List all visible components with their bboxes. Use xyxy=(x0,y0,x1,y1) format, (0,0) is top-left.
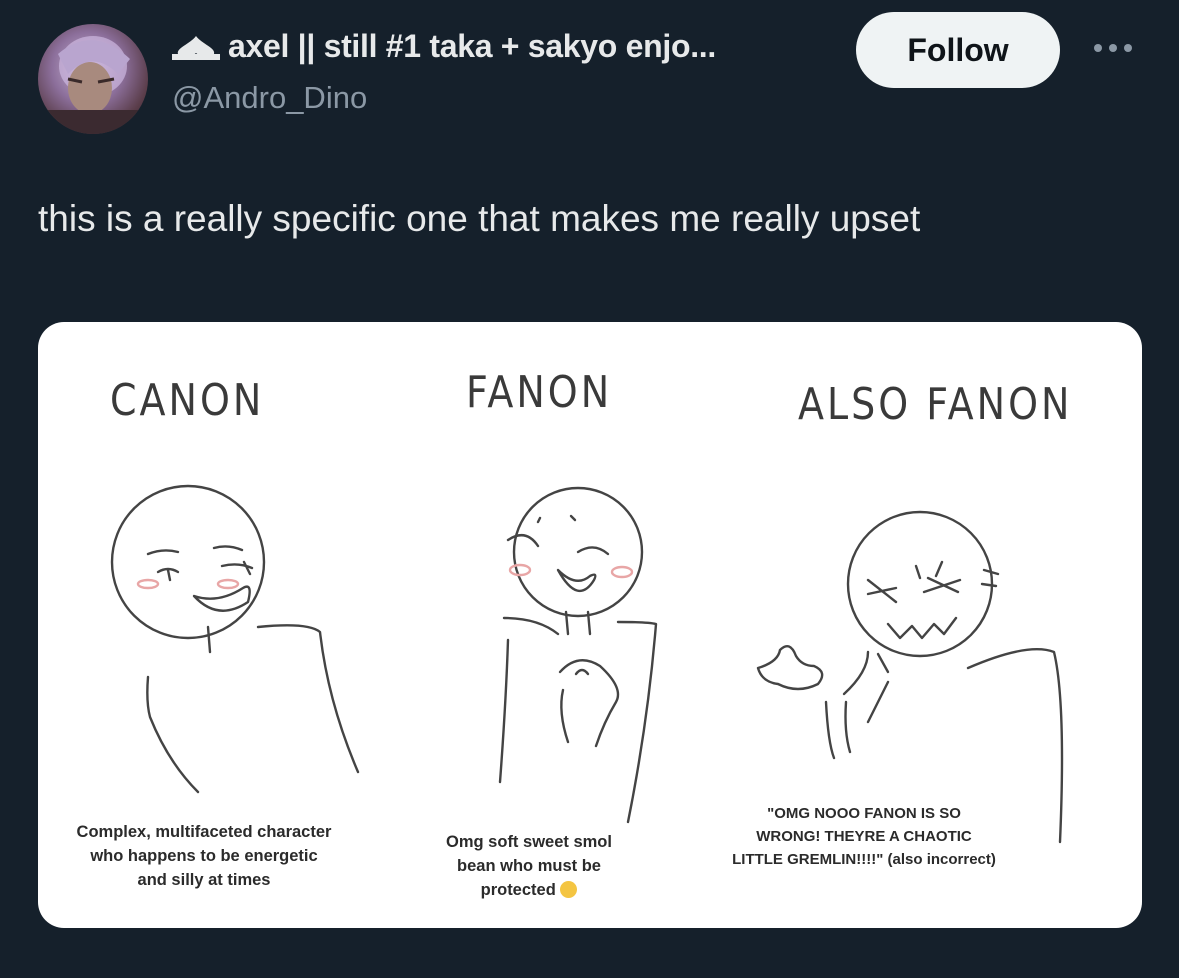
caption-line: and silly at times xyxy=(137,871,271,889)
smiling-emoji-icon xyxy=(560,881,578,898)
caption-line: Complex, multifaceted character xyxy=(76,823,332,841)
panel-caption-also-fanon: "OMG NOOO FANON IS SO WRONG! THEYRE A CH… xyxy=(704,802,1024,871)
panel-caption-canon: Complex, multifaceted character who happ… xyxy=(54,820,354,892)
caption-line: Omg soft sweet smol xyxy=(446,833,612,851)
more-options-icon[interactable] xyxy=(1090,40,1136,56)
caption-line: LITTLE GREMLIN!!!!" (also incorrect) xyxy=(732,851,996,868)
panel-heading-fanon: FANON xyxy=(466,366,613,418)
tweet-header: axel || still #1 taka + sakyo enjo... @A… xyxy=(0,0,1179,140)
panel-heading-also-fanon: ALSO FANON xyxy=(798,378,1073,430)
display-name[interactable]: axel || still #1 taka + sakyo enjo... xyxy=(228,28,716,65)
spade-icon xyxy=(172,35,220,60)
tweet-image[interactable]: CANON FANON ALSO FANON Complex, multifac… xyxy=(38,322,1142,928)
tweet-text: this is a really specific one that makes… xyxy=(38,198,921,239)
profile-avatar[interactable] xyxy=(38,24,148,134)
caption-line: "OMG NOOO FANON IS SO xyxy=(767,805,961,822)
caption-line: bean who must be xyxy=(457,857,601,875)
author-handle[interactable]: @Andro_Dino xyxy=(172,80,367,116)
caption-line: WRONG! THEYRE A CHAOTIC xyxy=(756,828,972,845)
author-name-row: axel || still #1 taka + sakyo enjo... xyxy=(172,28,716,65)
panel-caption-fanon: Omg soft sweet smol bean who must be pro… xyxy=(404,830,654,902)
follow-button[interactable]: Follow xyxy=(856,12,1060,88)
caption-line: who happens to be energetic xyxy=(90,847,318,865)
panel-heading-canon: CANON xyxy=(110,374,265,426)
caption-line: protected xyxy=(480,881,556,899)
